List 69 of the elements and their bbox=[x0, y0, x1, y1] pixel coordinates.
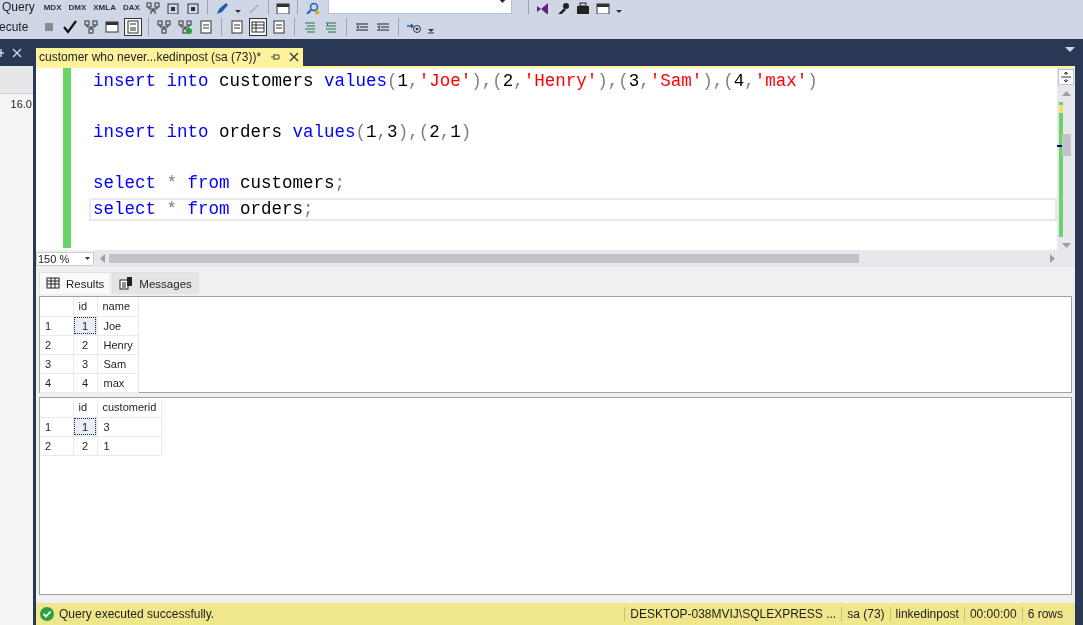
row-number[interactable]: 3 bbox=[40, 354, 73, 373]
status-user: sa (73) bbox=[841, 607, 890, 621]
document-icon[interactable] bbox=[229, 18, 246, 35]
vertical-scrollbar[interactable] bbox=[1057, 68, 1075, 250]
table-cell[interactable]: Henry bbox=[97, 335, 139, 354]
column-header[interactable]: id bbox=[73, 297, 97, 316]
toolbar-label: Query bbox=[2, 0, 35, 14]
status-elapsed: 00:00:00 bbox=[963, 607, 1022, 621]
caret-icon bbox=[85, 257, 90, 260]
table-cell[interactable]: 1 bbox=[97, 436, 162, 455]
calculator-icon[interactable] bbox=[125, 18, 142, 35]
panel-toolbar bbox=[0, 66, 33, 94]
caret-icon bbox=[497, 0, 507, 4]
table-cell[interactable]: 4 bbox=[73, 373, 97, 392]
code-line: select * from customers; bbox=[93, 173, 346, 193]
dropdown-icon[interactable] bbox=[1065, 47, 1075, 53]
query-type-button[interactable]: XMLA bbox=[92, 3, 117, 14]
table-cell[interactable]: Sam bbox=[97, 354, 139, 373]
results-tab[interactable]: Messages bbox=[112, 272, 199, 294]
nodes-icon[interactable] bbox=[177, 18, 194, 35]
row-number[interactable]: 1 bbox=[40, 316, 73, 335]
row-number[interactable]: 2 bbox=[40, 436, 73, 455]
caret-position-marker bbox=[1057, 145, 1062, 147]
window-icon[interactable] bbox=[164, 1, 181, 14]
query-type-button[interactable]: MDX bbox=[42, 3, 63, 14]
nodes-icon[interactable] bbox=[144, 1, 161, 14]
document-tab[interactable]: customer who never...kedinpost (sa (73))* bbox=[36, 48, 304, 66]
table-cell[interactable]: 2 bbox=[73, 436, 97, 455]
grid-icon bbox=[46, 277, 60, 290]
query-type-button[interactable]: DMX bbox=[67, 3, 88, 14]
nodes-icon[interactable] bbox=[156, 18, 173, 35]
split-icon[interactable] bbox=[1058, 69, 1074, 85]
execute-button[interactable]: ecute bbox=[0, 19, 29, 34]
code-line: select * from orders; bbox=[93, 198, 314, 219]
toolbox-icon[interactable] bbox=[574, 1, 591, 14]
row-number[interactable]: 4 bbox=[40, 373, 73, 392]
document-icon[interactable] bbox=[198, 18, 215, 35]
close-icon[interactable] bbox=[289, 52, 300, 62]
zoom-dropdown[interactable]: 150 % bbox=[36, 251, 94, 266]
column-header[interactable]: customerid bbox=[97, 398, 162, 417]
code-line: insert into orders values(1,3),(2,1) bbox=[93, 122, 472, 142]
table-cell[interactable]: 3 bbox=[73, 354, 97, 373]
window-icon[interactable] bbox=[104, 18, 121, 35]
nodes-icon[interactable] bbox=[83, 18, 100, 35]
scroll-thumb[interactable] bbox=[1062, 134, 1071, 156]
column-header[interactable]: id bbox=[73, 398, 97, 417]
pin-icon[interactable] bbox=[270, 52, 281, 62]
row-number[interactable]: 2 bbox=[40, 335, 73, 354]
column-header[interactable]: name bbox=[97, 297, 139, 316]
checkmark-icon[interactable] bbox=[62, 18, 79, 35]
window-icon[interactable] bbox=[274, 1, 291, 14]
window-icon[interactable] bbox=[184, 1, 201, 14]
checkmark-icon bbox=[40, 607, 54, 621]
table-cell[interactable]: Joe bbox=[97, 316, 139, 335]
grid-icon[interactable] bbox=[250, 18, 267, 35]
tree-item[interactable]: 16.0 bbox=[7, 94, 33, 110]
status-server: DESKTOP-038MVIJ\SQLEXPRESS ... bbox=[624, 607, 842, 621]
document-icon[interactable] bbox=[271, 18, 288, 35]
document-icon bbox=[119, 277, 134, 290]
row-number[interactable]: 1 bbox=[40, 417, 73, 436]
window-icon[interactable] bbox=[594, 1, 611, 14]
table-cell[interactable]: 2 bbox=[73, 335, 97, 354]
table-cell[interactable]: max bbox=[97, 373, 139, 392]
query-type-button[interactable]: DAX bbox=[121, 3, 141, 14]
results-tab[interactable]: Results bbox=[39, 272, 112, 294]
table-cell[interactable]: 3 bbox=[97, 417, 162, 436]
code-line: insert into customers values(1,'Joe'),(2,'Henry'),(3,'Sam'),(4,'max') bbox=[93, 71, 818, 91]
status-database: linkedinpost bbox=[889, 607, 964, 621]
status-message: Query executed successfully. bbox=[59, 607, 216, 621]
